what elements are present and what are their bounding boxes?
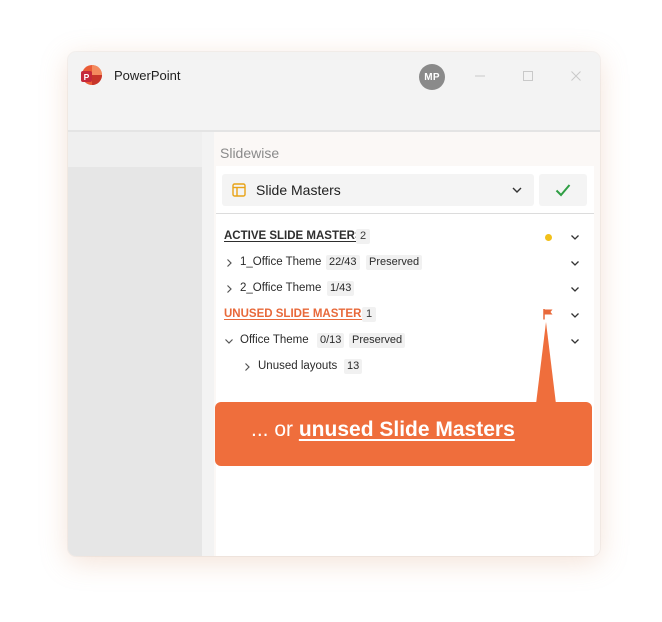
minimize-button[interactable] xyxy=(468,64,492,88)
active-count-badge: 2 xyxy=(356,229,371,244)
callout-emphasis: unused Slide Masters xyxy=(298,418,515,441)
svg-text:P: P xyxy=(84,72,90,82)
usage-badge: 0/13 xyxy=(317,333,345,348)
callout-pointer xyxy=(536,322,556,404)
active-masters-header[interactable]: ACTIVE SLIDE MASTERS 2 xyxy=(216,224,594,250)
list-item[interactable]: 1_Office Theme 22/43 Preserved xyxy=(216,250,594,276)
title-bar: P PowerPoint MP xyxy=(68,52,600,100)
user-avatar[interactable]: MP xyxy=(419,64,445,90)
app-name: PowerPoint xyxy=(114,68,181,83)
close-icon xyxy=(571,71,581,81)
layout-group-name: Unused layouts xyxy=(258,360,338,372)
selector-divider xyxy=(216,213,594,214)
list-item[interactable]: 2_Office Theme 1/43 xyxy=(216,276,594,302)
unused-count-badge: 1 xyxy=(362,307,377,322)
callout-text: ... or unused Slide Masters xyxy=(251,418,515,442)
close-button[interactable] xyxy=(564,64,588,88)
addin-title: Slidewise xyxy=(220,145,280,161)
master-name: 2_Office Theme xyxy=(240,282,322,294)
powerpoint-window: P PowerPoint MP Slidewise Slide Masters xyxy=(68,52,600,556)
confirm-button[interactable] xyxy=(539,174,587,206)
master-name: 1_Office Theme xyxy=(240,256,322,268)
chevron-down-icon[interactable] xyxy=(224,336,234,346)
chevron-right-icon[interactable] xyxy=(242,362,252,372)
minimize-icon xyxy=(475,75,485,77)
layout-count-badge: 13 xyxy=(344,359,363,374)
layout-icon xyxy=(232,183,246,197)
view-selector-dropdown[interactable]: Slide Masters xyxy=(222,174,534,206)
callout-prefix: ... or xyxy=(251,418,299,441)
status-dot-icon xyxy=(545,234,552,241)
preserved-badge: Preserved xyxy=(349,333,406,348)
thumbnail-pane-header xyxy=(68,132,202,167)
unused-section-title: UNUSED SLIDE MASTERS xyxy=(224,308,370,320)
checkmark-icon xyxy=(555,184,571,197)
view-selector-label: Slide Masters xyxy=(256,182,341,198)
powerpoint-logo-icon: P xyxy=(81,65,102,85)
chevron-down-icon[interactable] xyxy=(570,258,580,268)
usage-badge: 1/43 xyxy=(327,281,355,296)
chevron-down-icon xyxy=(512,187,522,193)
chevron-right-icon[interactable] xyxy=(224,284,234,294)
maximize-button[interactable] xyxy=(516,64,540,88)
active-section-title: ACTIVE SLIDE MASTERS xyxy=(224,230,363,242)
callout-banner: ... or unused Slide Masters xyxy=(215,402,592,466)
chevron-down-icon[interactable] xyxy=(570,336,580,346)
chevron-down-icon[interactable] xyxy=(570,284,580,294)
preserved-badge: Preserved xyxy=(366,255,423,270)
flag-icon xyxy=(543,309,553,320)
usage-badge: 22/43 xyxy=(326,255,360,270)
maximize-icon xyxy=(523,71,533,81)
slide-thumbnail-pane xyxy=(68,167,202,556)
master-name: Office Theme xyxy=(240,334,309,346)
pane-splitter[interactable] xyxy=(202,132,214,556)
chevron-right-icon[interactable] xyxy=(224,258,234,268)
chevron-down-icon[interactable] xyxy=(570,232,580,242)
chevron-down-icon[interactable] xyxy=(570,310,580,320)
